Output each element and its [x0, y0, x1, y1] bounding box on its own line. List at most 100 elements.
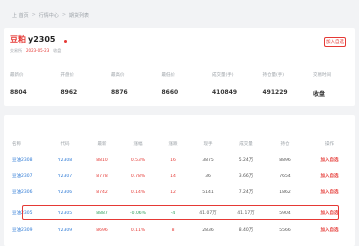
page: 上 首页 > 行情中心 > 期货列表 豆粕 y2305 交易所 2023-05-…	[0, 0, 359, 246]
stat-item: 持仓量(手) 491229	[263, 72, 301, 98]
watchlist-add-link[interactable]: 加入自选	[304, 227, 355, 233]
watchlist-add-link[interactable]: 加入自选	[304, 189, 355, 195]
table-cell-name[interactable]: 豆油2305	[4, 210, 46, 216]
column-header-volume-now: 现手	[203, 142, 213, 147]
table-cell-name[interactable]: 豆油2308	[4, 157, 46, 163]
contract-name: 豆粕	[10, 35, 26, 44]
quote-title: 豆粕 y2305	[10, 34, 55, 45]
table-cell-open-interest: 1862	[279, 189, 291, 195]
stat-label: 成交量(手)	[212, 73, 234, 78]
breadcrumb-futures-list: 期货列表	[69, 12, 90, 19]
table-cell-change-pct: -0.06%	[130, 210, 146, 216]
table-cell-volume: 5.24万	[238, 158, 254, 163]
exchange-label: 交易所	[10, 48, 22, 53]
table-cell-volume-now: 5141	[202, 189, 214, 195]
table-cell-change: 8	[171, 227, 175, 233]
column-header-open-interest: 持仓	[280, 142, 290, 147]
column-header-name: 名称	[12, 142, 21, 147]
stat-label: 交易时间	[313, 73, 331, 78]
contracts-table-card: 名称 代码 最新 涨幅 涨跌 现手 成交量 持仓 操作 豆油2308 Y2308 8…	[4, 115, 355, 246]
table-cell-latest: 8778	[96, 173, 108, 179]
table-cell-volume-now: 3875	[202, 157, 214, 163]
table-cell-change-pct: 0.78%	[130, 173, 146, 179]
stat-label: 最高价	[111, 73, 125, 78]
stat-item: 开盘价 8962	[61, 72, 99, 98]
table-cell-open-interest: 7654	[279, 173, 291, 179]
breadcrumb-market-center[interactable]: 行情中心	[39, 12, 59, 19]
table-cell-change: 14	[170, 173, 176, 179]
stat-value: 收盘	[313, 91, 326, 98]
table-cell-open-interest: 5904	[279, 210, 291, 216]
stat-label: 持仓量(手)	[262, 73, 285, 78]
breadcrumb: 上 首页 > 行情中心 > 期货列表	[12, 9, 89, 21]
table-cell-open-interest: 5566	[279, 227, 291, 233]
table-cell-volume-now: 36	[205, 173, 211, 179]
table-row[interactable]: 豆油2308 Y2308 8810 0.53% 16 3875 5.24万 8896 加入自选	[4, 153, 355, 167]
stat-item: 最低价 8660	[162, 72, 200, 98]
trade-status: 收盘	[53, 48, 62, 53]
table-row[interactable]: 豆油2305 Y2305 8887 -0.06% -4 41.07万 41.17万 5904 加…	[4, 206, 355, 220]
breadcrumb-separator: >	[31, 12, 36, 18]
table-cell-volume: 41.17万	[237, 211, 255, 216]
column-header-latest: 最新	[97, 142, 107, 147]
table-cell-latest: 8696	[96, 227, 108, 233]
table-row[interactable]: 豆油2309 Y2309 8696 0.11% 8 2836 8.40万 5566 加入自选	[4, 223, 355, 237]
table-cell-change: -4	[170, 210, 176, 216]
trade-date: 2023-05-23	[26, 48, 50, 53]
stat-label: 开盘价	[60, 73, 75, 78]
column-header-action: 操作	[325, 142, 334, 147]
stat-label: 最低价	[161, 73, 176, 78]
table-cell-code: Y2309	[57, 227, 73, 233]
stats-row: 最新价 8804 开盘价 8962 最高价 8876 最低价 8660 成交量(手) 41…	[10, 72, 351, 98]
stat-value: 410849	[212, 89, 238, 96]
table-header: 名称 代码 最新 涨幅 涨跌 现手 成交量 持仓 操作	[4, 138, 355, 150]
stat-value: 8804	[10, 89, 27, 96]
table-cell-volume-now: 41.07万	[199, 211, 217, 216]
watchlist-add-link[interactable]: 加入自选	[304, 157, 355, 163]
add-to-watchlist-button[interactable]: 加入自选	[324, 37, 346, 47]
breadcrumb-separator: >	[61, 12, 67, 18]
quote-subtitle: 交易所 2023-05-23 收盘	[10, 48, 61, 54]
table-cell-volume-now: 2836	[202, 227, 214, 233]
table-cell-volume: 3.66万	[238, 174, 254, 179]
column-header-change: 涨跌	[168, 142, 178, 147]
stat-item: 最高价 8876	[111, 72, 149, 98]
table-cell-change-pct: 0.14%	[130, 189, 146, 195]
status-dot-icon	[64, 40, 67, 43]
stat-label: 最新价	[10, 73, 24, 78]
table-cell-latest: 8887	[96, 210, 108, 216]
stat-item: 交易时间 收盘	[313, 72, 351, 98]
watchlist-add-link[interactable]: 加入自选	[304, 173, 355, 179]
table-cell-name[interactable]: 豆油2309	[4, 227, 46, 233]
column-header-change-pct: 涨幅	[133, 142, 143, 147]
table-cell-code: Y2305	[57, 210, 73, 216]
breadcrumb-home[interactable]: 上 首页	[12, 12, 29, 19]
table-cell-name[interactable]: 豆油2307	[4, 173, 46, 179]
watchlist-add-link[interactable]: 加入自选	[304, 210, 355, 216]
stat-value: 491229	[262, 89, 288, 96]
contract-code: y2305	[28, 35, 56, 44]
column-header-code: 代码	[60, 142, 70, 147]
table-cell-latest: 8810	[96, 157, 108, 163]
table-cell-change-pct: 0.53%	[130, 157, 146, 163]
table-cell-code: Y2308	[57, 157, 73, 163]
table-cell-change: 16	[170, 157, 176, 163]
table-row[interactable]: 豆油2307 Y2307 8778 0.78% 14 36 3.66万 7654 加入自选	[4, 169, 355, 183]
table-cell-name[interactable]: 豆油2306	[4, 189, 46, 195]
table-cell-volume: 7.24万	[238, 190, 254, 195]
table-cell-code: Y2306	[57, 189, 73, 195]
stat-item: 成交量(手) 410849	[212, 72, 250, 98]
quote-summary-card: 豆粕 y2305 交易所 2023-05-23 收盘 加入自选 最新价 8804 …	[4, 28, 355, 106]
table-cell-volume: 8.40万	[238, 228, 254, 233]
table-cell-latest: 8742	[96, 189, 108, 195]
table-cell-code: Y2307	[57, 173, 73, 179]
column-header-volume: 成交量	[239, 142, 253, 147]
stat-item: 最新价 8804	[10, 72, 48, 98]
table-row[interactable]: 豆油2306 Y2306 8742 0.14% 12 5141 7.24万 1862 加入自选	[4, 185, 355, 199]
stat-value: 8660	[161, 89, 179, 96]
stat-value: 8962	[60, 89, 78, 96]
stat-value: 8876	[111, 89, 128, 96]
table-cell-change: 12	[170, 189, 176, 195]
table-cell-open-interest: 8896	[279, 157, 291, 163]
table-cell-change-pct: 0.11%	[130, 227, 146, 233]
